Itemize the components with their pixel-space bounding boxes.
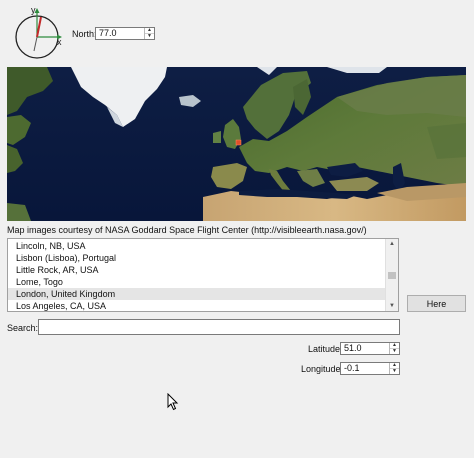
north-value[interactable]: 77.0	[99, 28, 117, 39]
location-list[interactable]: Lincoln, NB, USA Lisbon (Lisboa), Portug…	[7, 238, 399, 312]
list-scrollbar[interactable]: ▲ ▼	[385, 239, 398, 311]
latitude-label: Latitude:	[308, 344, 343, 354]
longitude-decrement-icon[interactable]: ▼	[390, 369, 399, 374]
scrollbar-thumb[interactable]	[388, 272, 396, 279]
search-input[interactable]	[38, 319, 400, 335]
compass-needle-tail	[33, 36, 38, 52]
north-label: North:	[72, 29, 97, 39]
compass-x-label: x	[57, 37, 62, 47]
compass-widget[interactable]: y x	[8, 4, 68, 62]
map-ireland	[213, 131, 221, 143]
search-label: Search:	[7, 323, 39, 333]
north-decrement-icon[interactable]: ▼	[145, 34, 154, 39]
longitude-value[interactable]: -0.1	[344, 363, 360, 374]
list-item[interactable]: Little Rock, AR, USA	[8, 264, 386, 276]
list-item[interactable]: Lome, Togo	[8, 276, 386, 288]
longitude-spinner-arrows[interactable]: ▲ ▼	[389, 363, 399, 374]
world-map[interactable]	[7, 67, 466, 221]
list-item-selected[interactable]: London, United Kingdom	[8, 288, 386, 300]
scroll-down-icon[interactable]: ▼	[386, 301, 398, 311]
list-item[interactable]: Los Angeles, CA, USA	[8, 300, 386, 311]
scroll-up-icon[interactable]: ▲	[386, 239, 398, 249]
compass-y-label: y	[31, 5, 36, 15]
north-spinner[interactable]: 77.0 ▲ ▼	[95, 27, 155, 40]
here-button[interactable]: Here	[407, 295, 466, 312]
list-item[interactable]: Lisbon (Lisboa), Portugal	[8, 252, 386, 264]
latitude-spinner[interactable]: 51.0 ▲ ▼	[340, 342, 400, 355]
map-credit-caption: Map images courtesy of NASA Goddard Spac…	[7, 225, 367, 235]
latitude-value[interactable]: 51.0	[344, 343, 362, 354]
longitude-label: Longitude:	[301, 364, 344, 374]
latitude-decrement-icon[interactable]: ▼	[390, 349, 399, 354]
mouse-pointer-icon	[167, 393, 179, 411]
longitude-spinner[interactable]: -0.1 ▲ ▼	[340, 362, 400, 375]
list-item[interactable]: Lincoln, NB, USA	[8, 240, 386, 252]
location-marker	[235, 139, 242, 146]
north-spinner-arrows[interactable]: ▲ ▼	[144, 28, 154, 39]
latitude-spinner-arrows[interactable]: ▲ ▼	[389, 343, 399, 354]
